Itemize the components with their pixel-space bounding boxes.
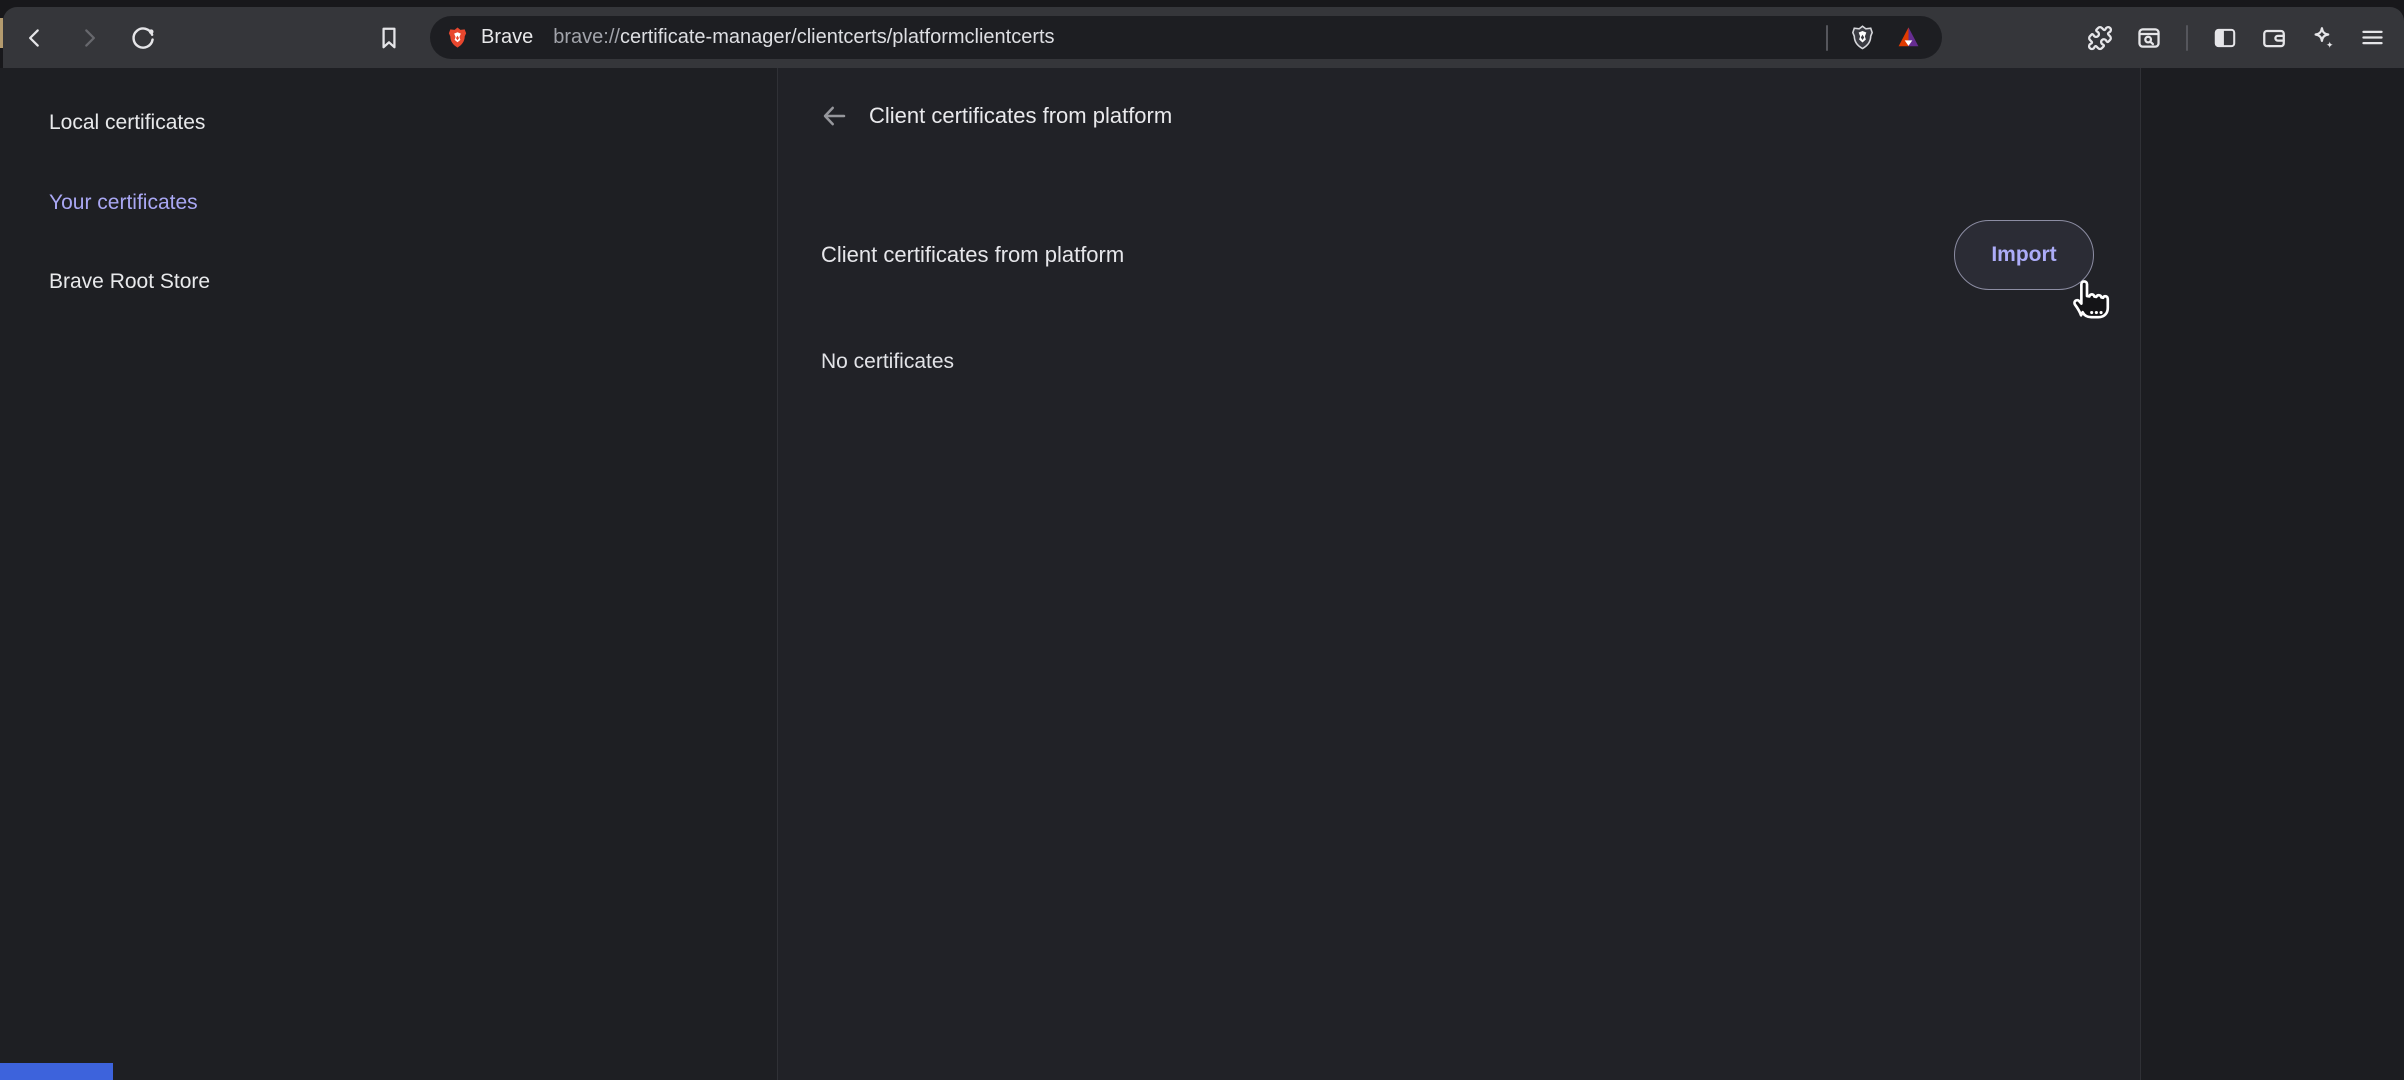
background-taskbar-corner [0,1063,113,1080]
url-scheme: brave:// [553,26,620,48]
back-arrow-icon [819,101,849,131]
main-panel: Client certificates from platform Client… [777,68,2141,1080]
address-bar-divider [1826,25,1828,51]
navigation-buttons [15,7,163,68]
sparkle-icon [2310,25,2336,51]
toolbar-divider [2186,25,2188,51]
panel-back-button[interactable] [814,96,854,136]
bat-rewards-icon [1895,24,1922,51]
back-icon [22,25,48,51]
certificate-manager-page: Local certificates Your certificates Bra… [0,68,2404,1080]
section-title: Client certificates from platform [821,242,1124,268]
browser-window: Brave brave://certificate-manager/client… [0,0,2404,1080]
forward-button[interactable] [69,18,109,58]
side-panel-icon [2212,25,2238,51]
url-path: certificate-manager/clientcerts/platform… [620,26,1055,48]
hamburger-menu-icon [2359,24,2386,51]
site-name-label: Brave [481,26,533,49]
brave-favicon [446,26,469,49]
forward-icon [76,25,102,51]
certificate-sidebar: Local certificates Your certificates Bra… [0,68,777,1080]
site-info-chip[interactable]: Brave [446,26,541,49]
reload-icon [129,24,157,52]
leo-ai-button[interactable] [2303,18,2343,58]
address-bar[interactable]: Brave brave://certificate-manager/client… [430,16,1942,59]
right-gutter [2141,68,2404,1080]
platform-certificates-section: Client certificates from platform Import [821,220,2094,290]
side-panel-button[interactable] [2205,18,2245,58]
search-in-window-icon [2136,25,2162,51]
import-button[interactable]: Import [1954,220,2094,290]
menu-button[interactable] [2352,18,2392,58]
brave-shields-icon [1849,24,1876,51]
sidebar-item-local-certificates[interactable]: Local certificates [33,103,221,143]
back-button[interactable] [15,18,55,58]
address-bar-actions [1818,18,1928,58]
browser-toolbar: Brave brave://certificate-manager/client… [3,7,2404,68]
reload-button[interactable] [123,18,163,58]
search-tabs-button[interactable] [2129,18,2169,58]
panel-header: Client certificates from platform [778,92,2140,140]
brave-shields-button[interactable] [1842,18,1882,58]
bookmark-icon [376,25,402,51]
url-text[interactable]: brave://certificate-manager/clientcerts/… [553,26,1054,49]
sidebar-item-brave-root-store[interactable]: Brave Root Store [33,262,226,302]
sidebar-item-your-certificates[interactable]: Your certificates [33,183,214,223]
wallet-icon [2261,25,2287,51]
brave-rewards-button[interactable] [1888,18,1928,58]
toolbar-actions [2080,7,2392,68]
wallet-button[interactable] [2254,18,2294,58]
puzzle-icon [2087,25,2113,51]
bookmark-button[interactable] [369,18,409,58]
extensions-button[interactable] [2080,18,2120,58]
page-title: Client certificates from platform [869,103,1172,129]
empty-state-text: No certificates [821,342,954,382]
